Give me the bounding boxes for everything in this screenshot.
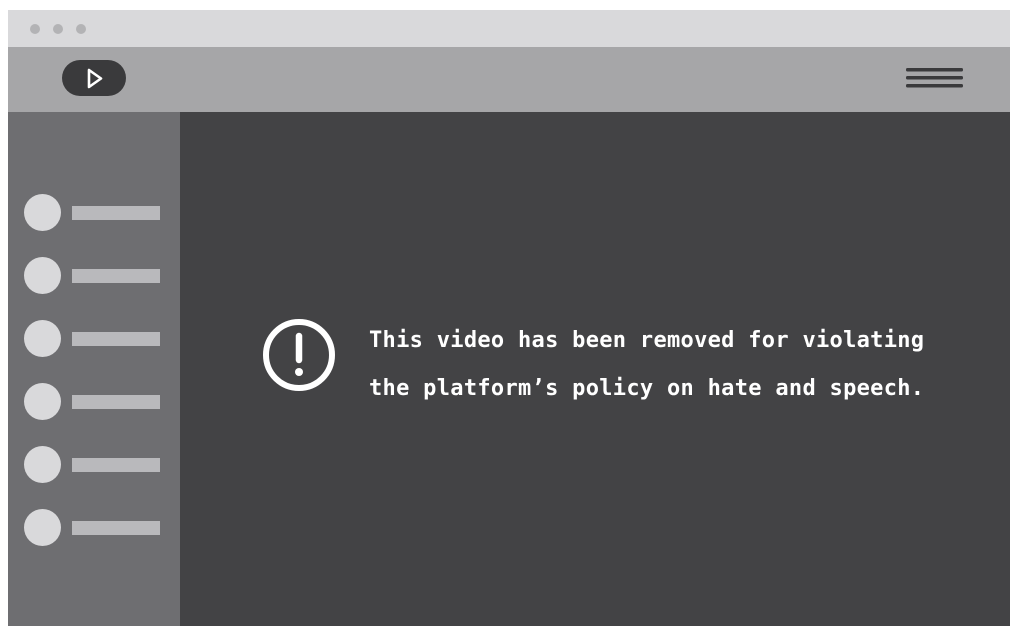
window-control-dot[interactable] xyxy=(76,24,86,34)
video-removed-message: This video has been removed for violatin… xyxy=(369,317,969,413)
sidebar-label-placeholder xyxy=(72,395,160,409)
message-line: the platform’s policy on hate and speech… xyxy=(369,376,925,401)
top-navigation-bar xyxy=(8,47,1010,112)
sidebar-item[interactable] xyxy=(24,320,164,358)
sidebar-avatar-placeholder xyxy=(24,194,61,231)
browser-window: This video has been removed for violatin… xyxy=(8,10,1010,626)
sidebar-avatar-placeholder xyxy=(24,257,61,294)
hamburger-menu-icon xyxy=(906,68,963,88)
sidebar-label-placeholder xyxy=(72,458,160,472)
sidebar-item[interactable] xyxy=(24,257,164,295)
sidebar-item[interactable] xyxy=(24,383,164,421)
sidebar-avatar-placeholder xyxy=(24,446,61,483)
sidebar xyxy=(8,112,180,626)
sidebar-item[interactable] xyxy=(24,509,164,547)
sidebar-avatar-placeholder xyxy=(24,320,61,357)
sidebar-label-placeholder xyxy=(72,206,160,220)
hamburger-menu-button[interactable] xyxy=(899,64,963,94)
sidebar-label-placeholder xyxy=(72,332,160,346)
sidebar-avatar-placeholder xyxy=(24,509,61,546)
video-content-area: This video has been removed for violatin… xyxy=(180,112,1010,626)
window-control-dot[interactable] xyxy=(30,24,40,34)
play-icon xyxy=(87,68,103,89)
sidebar-item[interactable] xyxy=(24,446,164,484)
exclamation-circle-icon xyxy=(261,317,337,393)
title-bar xyxy=(8,10,1010,47)
sidebar-label-placeholder xyxy=(72,521,160,535)
video-site-logo[interactable] xyxy=(62,60,126,96)
sidebar-avatar-placeholder xyxy=(24,383,61,420)
message-line: This video has been removed for violatin… xyxy=(369,328,925,353)
sidebar-item[interactable] xyxy=(24,194,164,232)
sidebar-label-placeholder xyxy=(72,269,160,283)
window-control-dot[interactable] xyxy=(53,24,63,34)
